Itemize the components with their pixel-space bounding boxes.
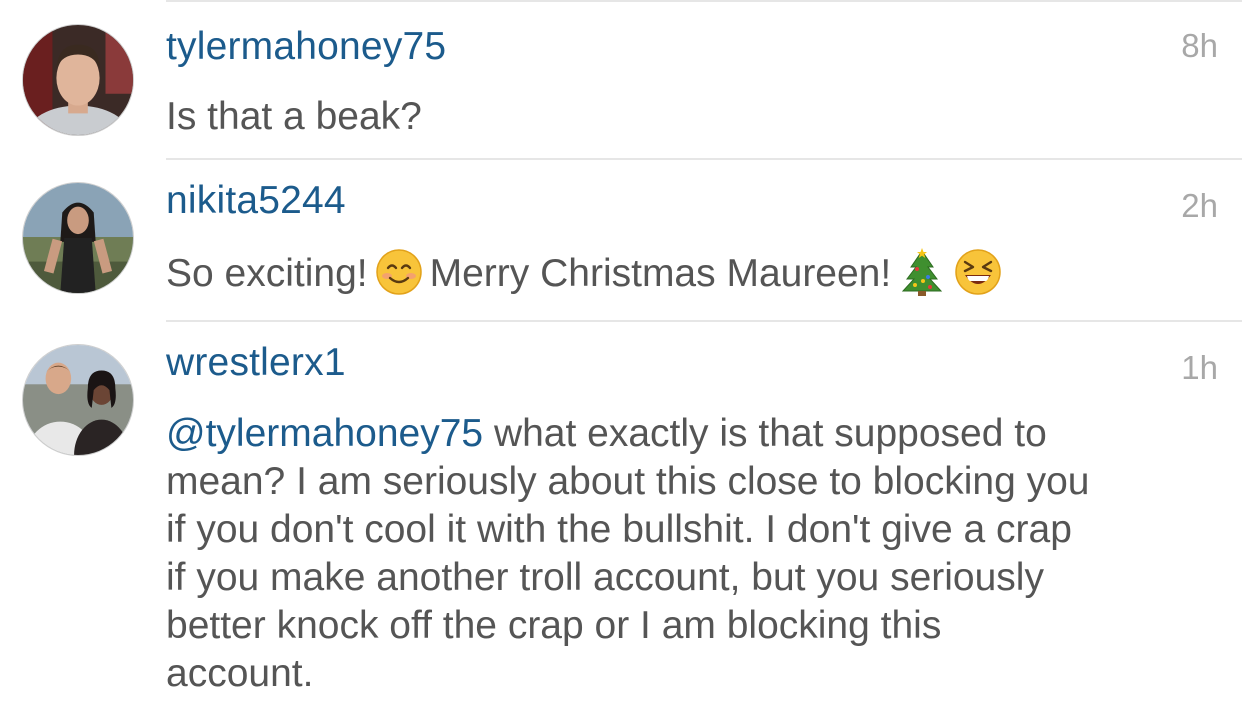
christmas-tree-emoji — [897, 247, 947, 297]
timestamp: 2h — [1181, 187, 1218, 224]
mention-link[interactable]: @tylermahoney75 — [166, 412, 483, 455]
timestamp: 8h — [1181, 27, 1218, 64]
avatar-photo — [23, 25, 133, 135]
comment-item: wrestlerx1 1h @tylermahoney75 what exact… — [0, 322, 1242, 712]
comment-line: @tylermahoney75 what exactly is that sup… — [166, 410, 1202, 458]
comment-item: nikita5244 2h So exciting! Merry Christm… — [0, 160, 1242, 322]
comment-text: Is that a beak? — [166, 95, 422, 138]
comment-line: mean? I am seriously about this close to… — [166, 460, 1090, 503]
username[interactable]: tylermahoney75 — [166, 24, 446, 70]
comment-line: better knock off the crap or I am blocki… — [166, 604, 942, 647]
smiling-face-emoji — [374, 247, 424, 297]
comment-line: account. — [166, 652, 314, 695]
comment-item: tylermahoney75 8h Is that a beak? — [0, 0, 1242, 160]
comment-text-part: So exciting! — [166, 252, 368, 295]
timestamp: 1h — [1181, 349, 1218, 386]
laughing-face-emoji — [953, 247, 1003, 297]
comment-text-part: Merry Christmas Maureen! — [429, 252, 892, 295]
comment-line: if you don't cool it with the bullshit. … — [166, 508, 1072, 551]
comment-text: So exciting! Merry Christmas Maureen! — [166, 247, 1202, 301]
avatar[interactable] — [22, 182, 134, 294]
comment-text-part: what exactly is that supposed to — [493, 412, 1047, 455]
avatar[interactable] — [22, 24, 134, 136]
username[interactable]: nikita5244 — [166, 178, 346, 224]
avatar[interactable] — [22, 344, 134, 456]
username[interactable]: wrestlerx1 — [166, 340, 346, 386]
comment-text: @tylermahoney75 what exactly is that sup… — [166, 410, 1202, 698]
comment-line: if you make another troll account, but y… — [166, 556, 1044, 599]
avatar-photo — [23, 183, 133, 293]
avatar-photo — [23, 345, 133, 455]
